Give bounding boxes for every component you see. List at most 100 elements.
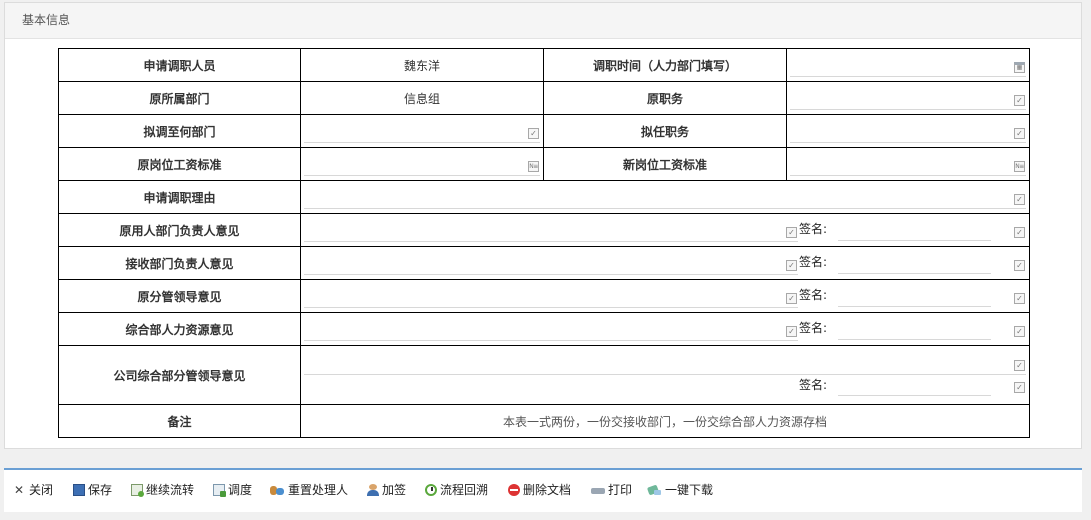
transfer-time-input[interactable]: ▦ [790, 55, 1026, 77]
orig-salary-label: 原岗位工资标准 [58, 147, 301, 181]
edit-checkbox-icon[interactable]: ✓ [786, 326, 797, 337]
table-row: 接收部门负责人意见 ✓ 签名: ✓ [58, 246, 1030, 280]
orig-position-label: 原职务 [543, 81, 787, 115]
new-salary-label: 新岗位工资标准 [543, 147, 787, 181]
delete-icon [508, 484, 520, 496]
bottom-toolbar: 关闭 保存 继续流转 调度 重置处理人 加签 流程回溯 删除文档 打印 一键下载 [4, 468, 1082, 512]
edit-checkbox-icon[interactable]: ✓ [1014, 326, 1025, 337]
reset-handler-icon [270, 484, 285, 496]
hr-sign-input[interactable]: ✓ [838, 319, 1026, 340]
table-row: 原用人部门负责人意见 ✓ 签名: ✓ [58, 213, 1030, 247]
remark-value: 本表一式两份，一份交接收部门，一份交综合部人力资源存档 [300, 404, 1030, 438]
target-position-input[interactable]: ✓ [790, 121, 1026, 143]
orig-leader-opinion-input[interactable]: ✓ [304, 286, 798, 308]
user-icon [367, 484, 379, 496]
orig-dept-label: 原所属部门 [58, 81, 301, 115]
one-click-download-label: 一键下载 [665, 483, 714, 497]
orig-head-label: 原用人部门负责人意见 [58, 213, 301, 247]
target-dept-label: 拟调至何部门 [58, 114, 301, 148]
edit-checkbox-icon[interactable]: ✓ [528, 128, 539, 139]
recv-head-sign-input[interactable]: ✓ [838, 253, 1026, 274]
edit-checkbox-icon[interactable]: ✓ [1014, 360, 1025, 371]
edit-checkbox-icon[interactable]: ✓ [1014, 95, 1025, 106]
number-icon[interactable]: N≡ [528, 161, 539, 172]
company-leader-label: 公司综合部分管领导意见 [58, 345, 301, 405]
printer-icon [591, 484, 605, 496]
hr-opinion-input[interactable]: ✓ [304, 319, 798, 341]
countersign-label: 加签 [382, 483, 407, 497]
table-row: 申请调职人员 魏东洋 调职时间（人力部门填写） ▦ [58, 48, 1030, 82]
edit-checkbox-icon[interactable]: ✓ [786, 260, 797, 271]
transfer-time-label: 调职时间（人力部门填写） [543, 48, 787, 82]
sign-underline [838, 240, 991, 241]
continue-flow-label: 继续流转 [146, 483, 195, 497]
edit-checkbox-icon[interactable]: ✓ [1014, 260, 1025, 271]
basic-info-panel: 基本信息 申请调职人员 魏东洋 调职时间（人力部门填写） ▦ 原所属部门 信息组… [4, 2, 1082, 449]
edit-checkbox-icon[interactable]: ✓ [1014, 194, 1025, 205]
sign-label: 签名: [799, 255, 828, 269]
target-position-label: 拟任职务 [543, 114, 787, 148]
edit-checkbox-icon[interactable]: ✓ [1014, 227, 1025, 238]
target-dept-input[interactable]: ✓ [304, 121, 540, 143]
table-row: 原所属部门 信息组 原职务 ✓ [58, 81, 1030, 115]
countersign-button[interactable]: 加签 [367, 481, 406, 499]
panel-title: 基本信息 [5, 3, 1081, 39]
orig-position-cell: ✓ [786, 81, 1030, 115]
delete-doc-label: 删除文档 [523, 483, 572, 497]
transfer-time-cell: ▦ [786, 48, 1030, 82]
orig-head-sign-input[interactable]: ✓ [838, 220, 1026, 241]
table-row: 拟调至何部门 ✓ 拟任职务 ✓ [58, 114, 1030, 148]
save-label: 保存 [88, 483, 113, 497]
company-leader-cell: ✓ 签名: ✓ [300, 345, 1030, 405]
delete-doc-button[interactable]: 删除文档 [508, 481, 571, 499]
orig-head-opinion-input[interactable]: ✓ [304, 220, 798, 242]
edit-checkbox-icon[interactable]: ✓ [1014, 382, 1025, 393]
orig-leader-cell: ✓ 签名: ✓ [300, 279, 1030, 313]
orig-salary-input[interactable]: N≡ [304, 154, 540, 176]
edit-checkbox-icon[interactable]: ✓ [1014, 293, 1025, 304]
dispatch-button[interactable]: 调度 [213, 481, 252, 499]
sign-label: 签名: [799, 222, 828, 236]
sign-underline [838, 339, 991, 340]
table-row: 申请调职理由 ✓ [58, 180, 1030, 214]
continue-flow-button[interactable]: 继续流转 [131, 481, 194, 499]
edit-checkbox-icon[interactable]: ✓ [786, 227, 797, 238]
orig-leader-label: 原分管领导意见 [58, 279, 301, 313]
company-leader-sign-input[interactable]: ✓ [838, 374, 1026, 396]
dispatch-label: 调度 [228, 483, 253, 497]
table-row: 备注 本表一式两份，一份交接收部门，一份交综合部人力资源存档 [58, 404, 1030, 438]
number-icon[interactable]: N≡ [1014, 161, 1025, 172]
orig-leader-sign-input[interactable]: ✓ [838, 286, 1026, 307]
reset-handler-label: 重置处理人 [288, 483, 349, 497]
sign-label: 签名: [799, 288, 828, 302]
calendar-icon[interactable]: ▦ [1014, 62, 1025, 73]
flow-trace-button[interactable]: 流程回溯 [425, 481, 488, 499]
sign-underline [838, 273, 991, 274]
table-row: 公司综合部分管领导意见 ✓ 签名: ✓ [58, 345, 1030, 405]
print-button[interactable]: 打印 [591, 481, 632, 499]
flow-trace-label: 流程回溯 [440, 483, 489, 497]
reason-label: 申请调职理由 [58, 180, 301, 214]
sign-underline [838, 306, 991, 307]
applicant-value: 魏东洋 [300, 48, 544, 82]
orig-position-input[interactable]: ✓ [790, 88, 1026, 110]
new-salary-cell: N≡ [786, 147, 1030, 181]
close-button[interactable]: 关闭 [14, 481, 53, 499]
edit-checkbox-icon[interactable]: ✓ [1014, 128, 1025, 139]
edit-checkbox-icon[interactable]: ✓ [786, 293, 797, 304]
new-salary-input[interactable]: N≡ [790, 154, 1026, 176]
save-icon [73, 484, 85, 496]
save-button[interactable]: 保存 [73, 481, 112, 499]
one-click-download-button[interactable]: 一键下载 [648, 481, 713, 499]
reset-handler-button[interactable]: 重置处理人 [270, 481, 348, 499]
target-position-cell: ✓ [786, 114, 1030, 148]
company-leader-opinion-input[interactable]: ✓ [304, 350, 1026, 375]
orig-salary-cell: N≡ [300, 147, 544, 181]
sign-label: 签名: [799, 321, 828, 335]
transfer-form-table: 申请调职人员 魏东洋 调职时间（人力部门填写） ▦ 原所属部门 信息组 原职务 … [58, 48, 1030, 438]
close-icon [14, 481, 26, 499]
reason-input[interactable]: ✓ [304, 187, 1026, 209]
orig-head-cell: ✓ 签名: ✓ [300, 213, 1030, 247]
remark-label: 备注 [58, 404, 301, 438]
recv-head-opinion-input[interactable]: ✓ [304, 253, 798, 275]
